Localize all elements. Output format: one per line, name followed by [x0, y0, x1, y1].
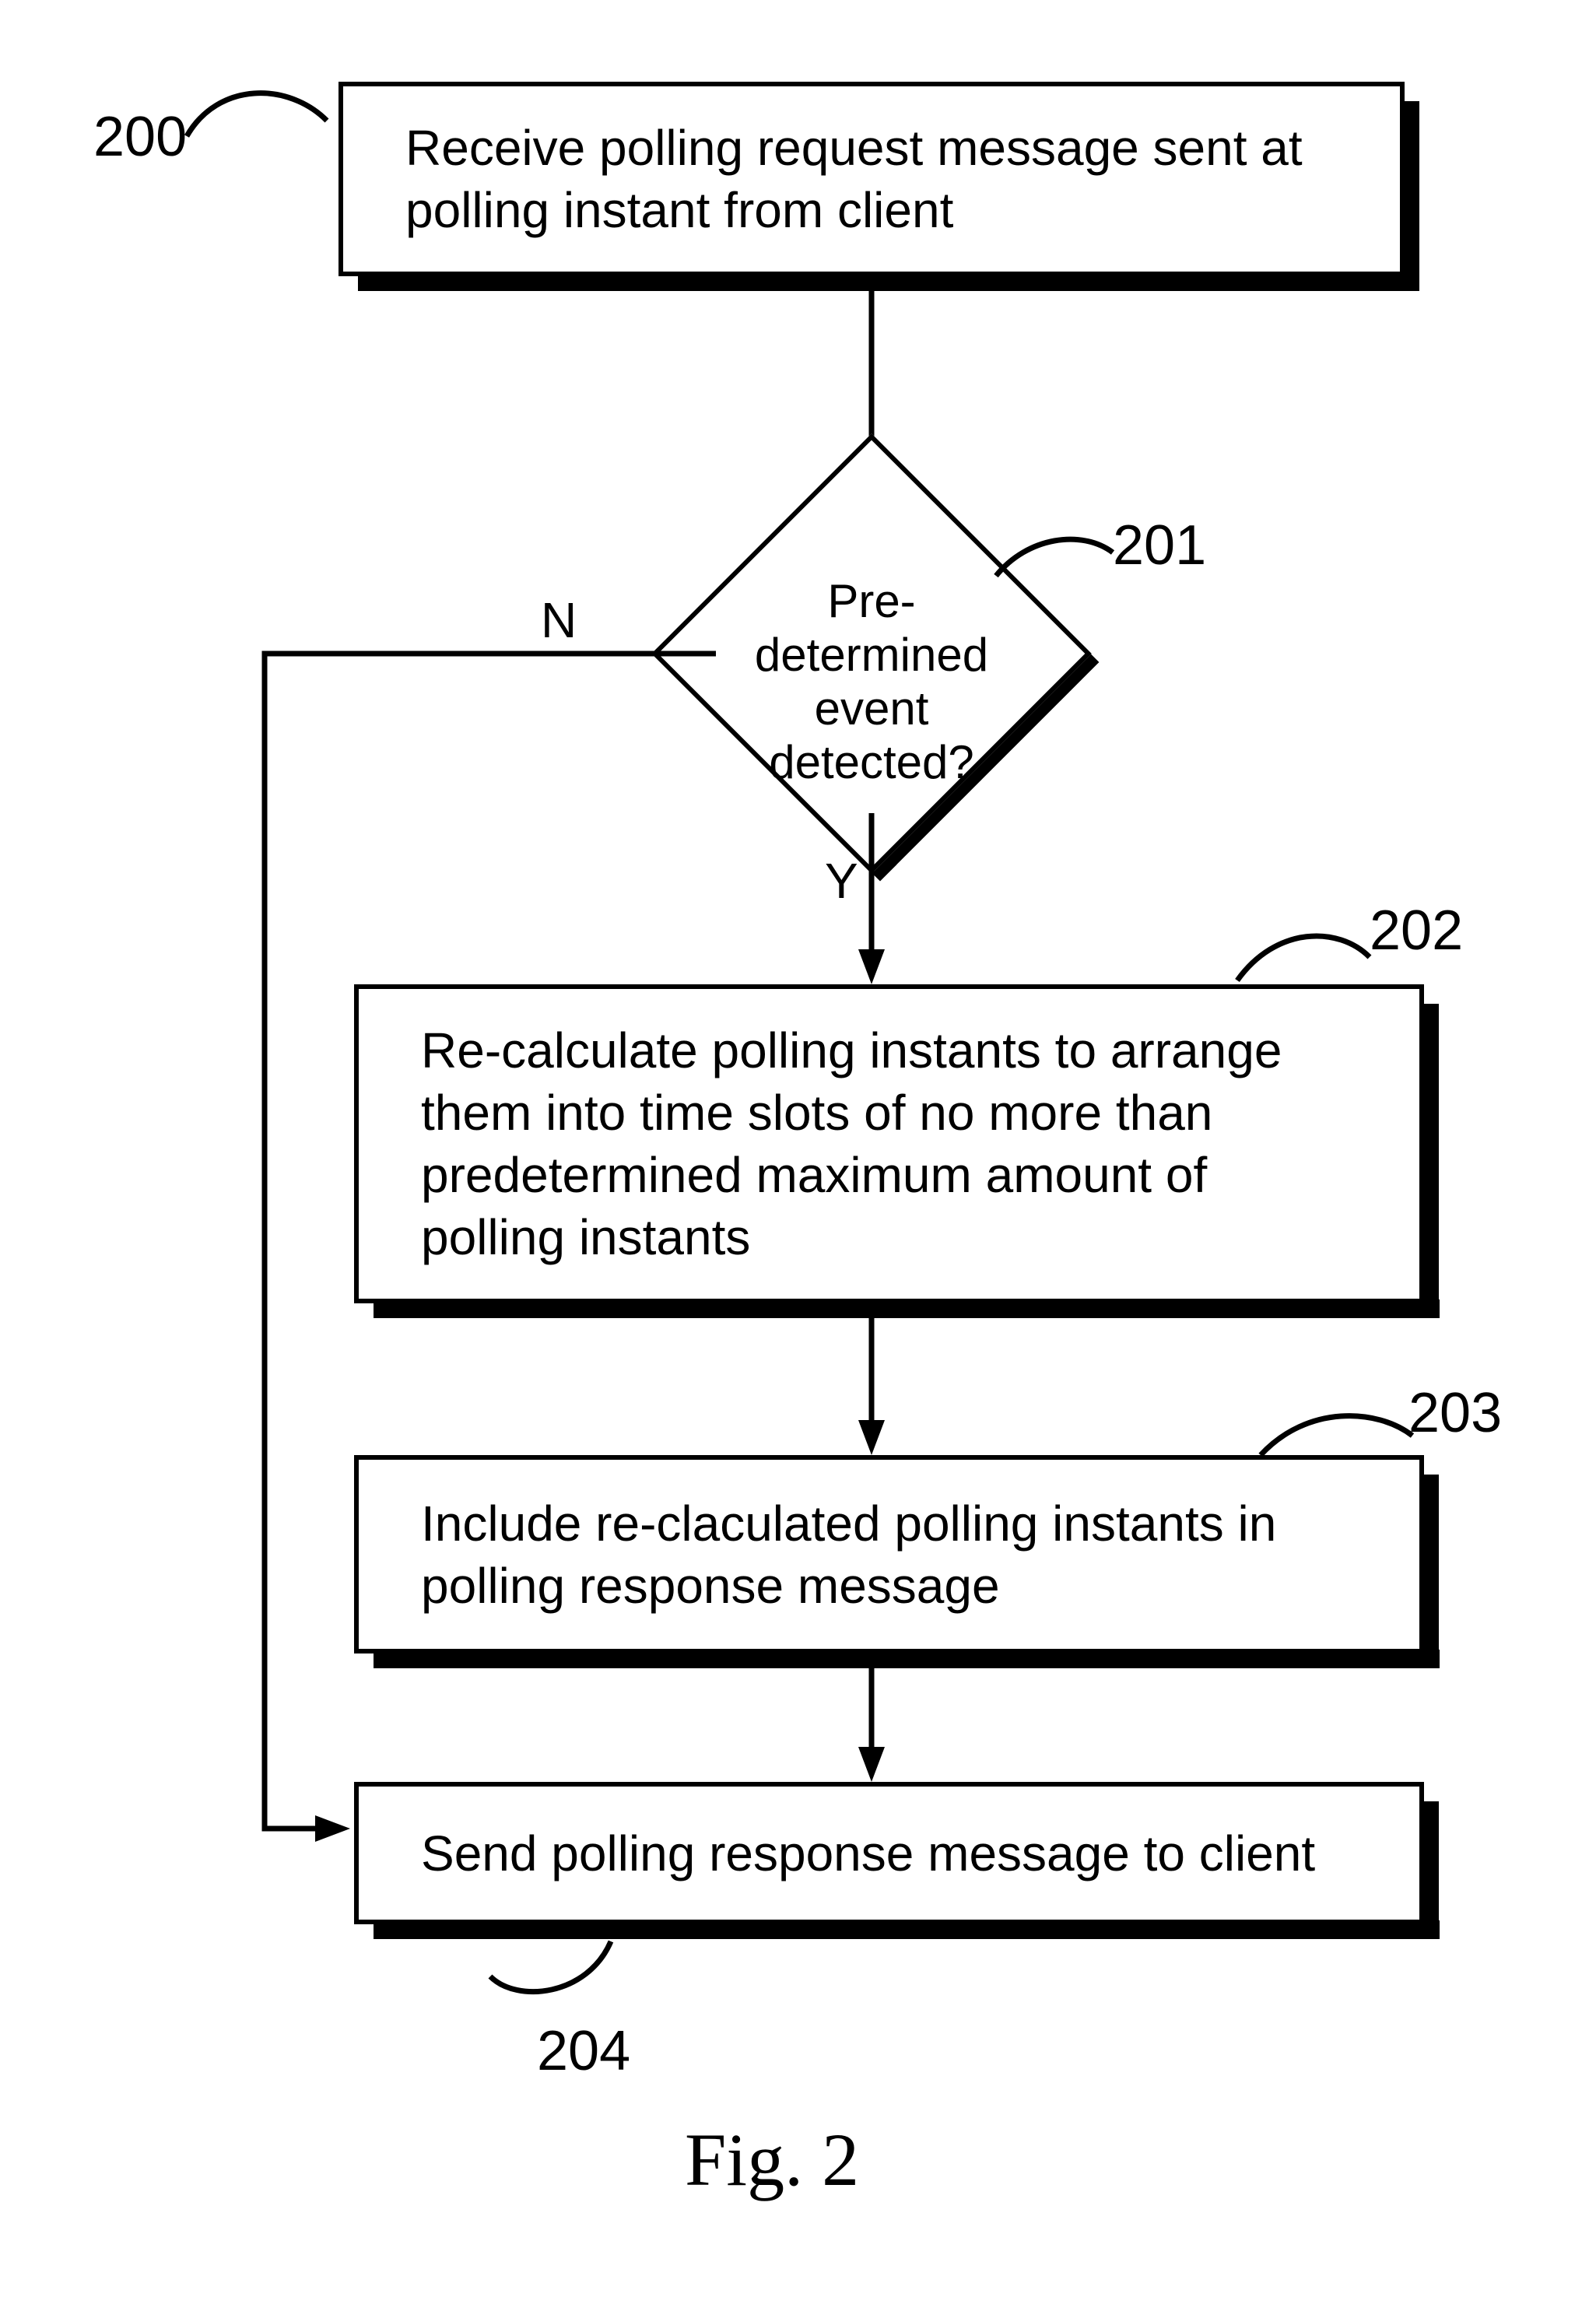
flowchart-page: 200 Receive polling request message sent… — [0, 0, 1596, 2304]
node-200-text: Receive polling request message sent at … — [405, 117, 1338, 241]
ref-204: 204 — [537, 2019, 630, 2083]
edge-202-203 — [856, 1303, 887, 1459]
ref-200: 200 — [93, 105, 187, 169]
node-203-text: Include re-claculated polling instants i… — [421, 1492, 1357, 1617]
edge-label-yes: Y — [825, 852, 858, 910]
edge-203-204 — [856, 1653, 887, 1786]
figure-caption: Fig. 2 — [685, 2116, 859, 2203]
node-201: Pre- determined event detected? — [716, 498, 1027, 809]
node-202: Re-calculate polling instants to arrange… — [354, 984, 1424, 1303]
node-201-text: Pre- determined event detected? — [661, 574, 1082, 789]
node-204-text: Send polling response message to client — [421, 1822, 1315, 1885]
leader-204 — [486, 1941, 619, 2019]
ref-203: 203 — [1408, 1381, 1502, 1445]
node-203: Include re-claculated polling instants i… — [354, 1455, 1424, 1653]
node-200: Receive polling request message sent at … — [338, 82, 1405, 276]
edge-label-no: N — [541, 591, 577, 649]
ref-202: 202 — [1370, 899, 1463, 963]
node-204: Send polling response message to client — [354, 1782, 1424, 1924]
leader-200 — [179, 74, 335, 167]
node-202-text: Re-calculate polling instants to arrange… — [421, 1019, 1357, 1268]
ref-201: 201 — [1113, 514, 1206, 577]
